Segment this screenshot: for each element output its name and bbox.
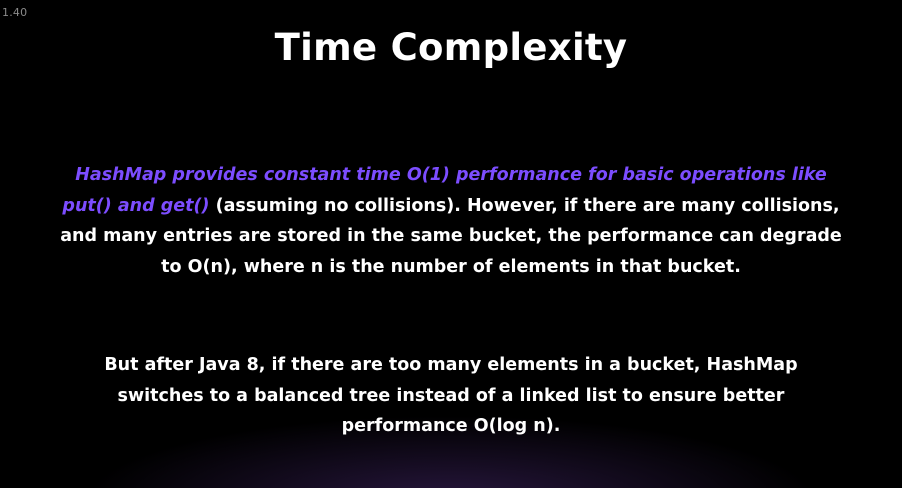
slide-title: Time Complexity [274, 26, 628, 69]
paragraph-hashmap-performance: HashMap provides constant time O(1) perf… [60, 160, 842, 282]
paragraph-java8-note: But after Java 8, if there are too many … [104, 355, 798, 436]
slide: 1.40 Time Complexity HashMap provides co… [0, 0, 902, 488]
timestamp-label: 1.40 [2, 6, 28, 19]
